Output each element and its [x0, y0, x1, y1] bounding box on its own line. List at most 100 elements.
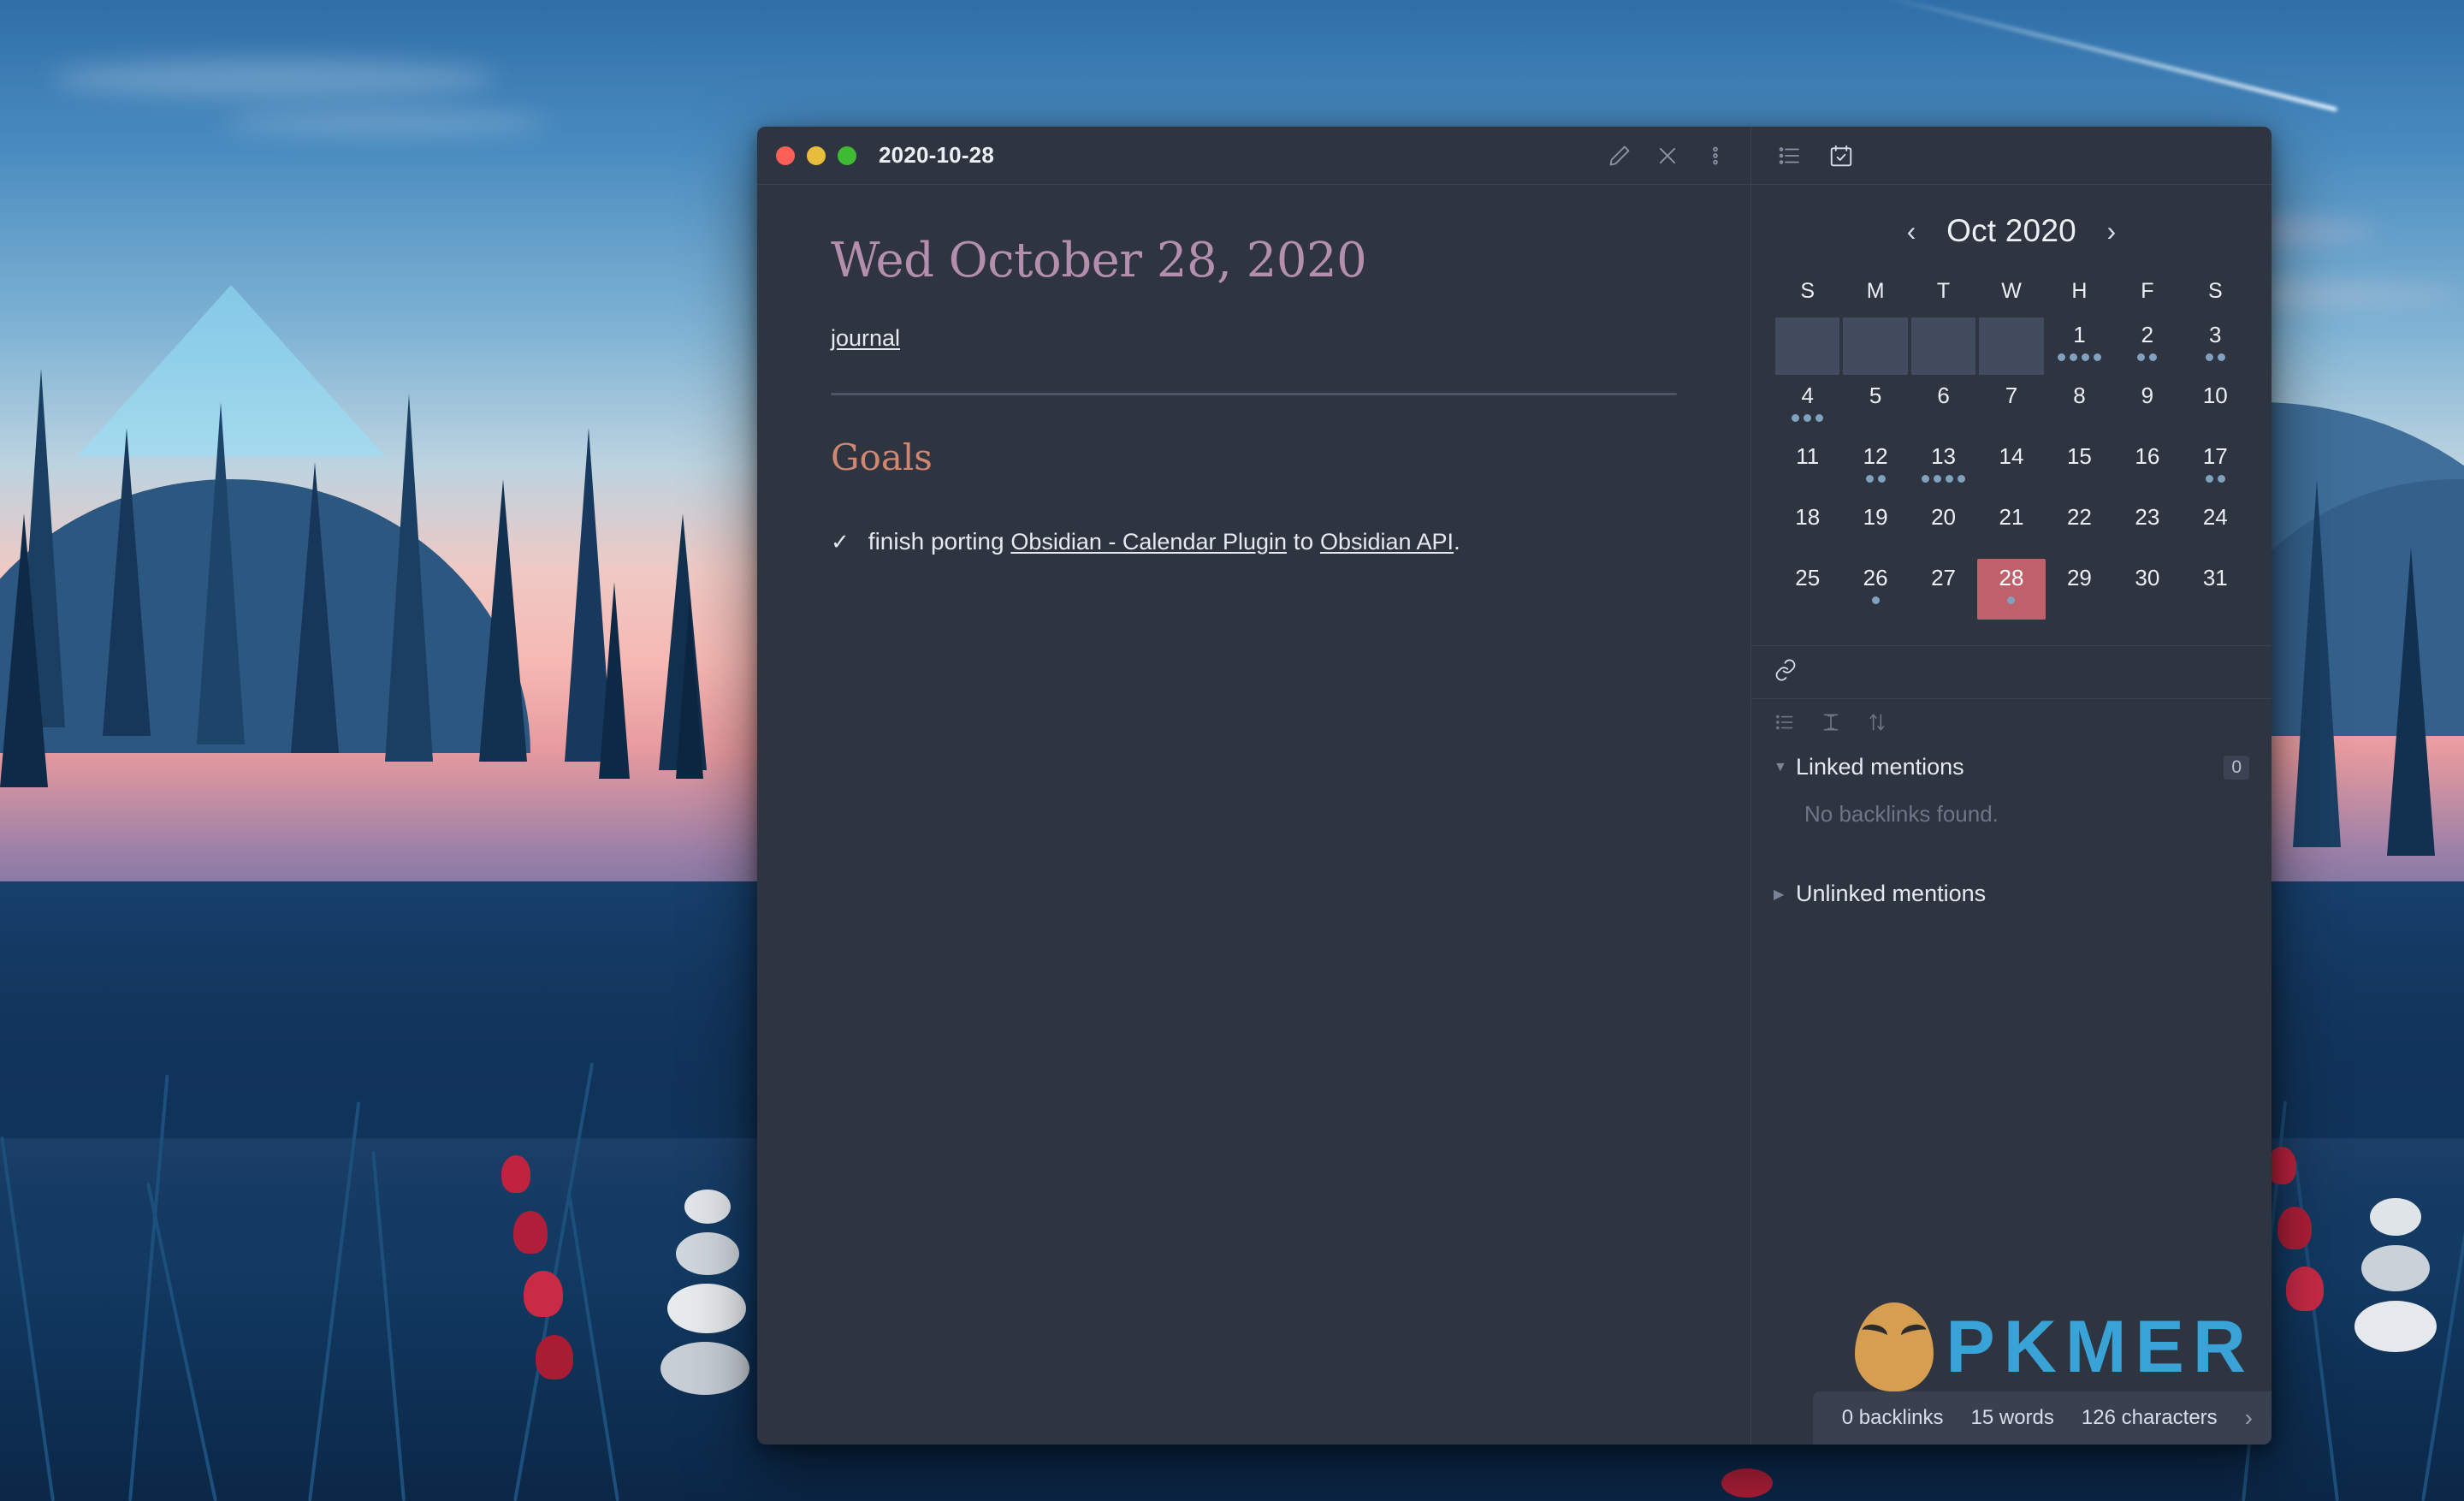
calendar-weekday-row: SMTWHFS — [1774, 279, 2249, 304]
calendar-day-number: 21 — [1999, 504, 2024, 530]
linked-mentions-section[interactable]: ▼ Linked mentions 0 — [1774, 749, 2249, 786]
task-text-suffix: . — [1454, 527, 1460, 555]
maximize-window-button[interactable] — [838, 145, 856, 165]
calendar-icon[interactable] — [1821, 136, 1861, 175]
calendar-day-29[interactable]: 29 — [2046, 559, 2113, 620]
calendar-day-24[interactable]: 24 — [2182, 498, 2249, 559]
calendar-day-6[interactable]: 6 — [1910, 377, 1977, 437]
calendar-day-number: 25 — [1795, 565, 1821, 590]
calendar-day-18[interactable]: 18 — [1774, 498, 1841, 559]
outline-icon[interactable] — [1770, 136, 1810, 175]
calendar-note-dot — [2217, 474, 2225, 483]
calendar-day-number: 22 — [2066, 504, 2092, 530]
status-words[interactable]: 15 words — [1971, 1406, 2054, 1430]
collapse-results-icon[interactable] — [1774, 711, 1796, 738]
calendar-day-number: 15 — [2066, 443, 2092, 469]
calendar-day-number: 28 — [1999, 565, 2024, 590]
calendar-day-number: 10 — [2202, 383, 2228, 408]
calendar-day-9[interactable]: 9 — [2113, 377, 2181, 437]
calendar-day-25[interactable]: 25 — [1774, 559, 1841, 620]
show-more-context-icon[interactable] — [1820, 711, 1842, 738]
calendar-day-number: 5 — [1869, 383, 1882, 408]
calendar-day-4[interactable]: 4 — [1774, 377, 1841, 437]
calendar-day-12[interactable]: 12 — [1841, 437, 1909, 498]
calendar-note-dot — [2217, 353, 2225, 361]
pine-tree — [197, 402, 245, 745]
wikilink-calendar-plugin[interactable]: Obsidian - Calendar Plugin — [1010, 529, 1287, 555]
window-titlebar: 2020-10-28 — [757, 127, 2272, 185]
calendar-day-1[interactable]: 1 — [2046, 316, 2113, 377]
calendar-day-16[interactable]: 16 — [2113, 437, 2181, 498]
calendar-day-19[interactable]: 19 — [1841, 498, 1909, 559]
calendar-empty-cell — [1843, 317, 1908, 375]
minimize-window-button[interactable] — [807, 145, 826, 165]
calendar-day-26[interactable]: 26 — [1841, 559, 1909, 620]
calendar-day-31[interactable]: 31 — [2182, 559, 2249, 620]
traffic-light-buttons[interactable] — [776, 145, 856, 165]
comet — [1871, 0, 2338, 112]
calendar-prev-month-button[interactable]: ‹ — [1898, 217, 1924, 245]
chevron-right-icon[interactable]: ▶ — [1774, 886, 1786, 903]
calendar-day-30[interactable]: 30 — [2113, 559, 2181, 620]
backlinks-body: ▼ Linked mentions 0 No backlinks found. … — [1751, 749, 2272, 1445]
edit-pencil-icon[interactable] — [1600, 136, 1639, 175]
calendar-day-7[interactable]: 7 — [1977, 377, 2045, 437]
calendar-day-number: 7 — [2005, 383, 2018, 408]
red-flower — [2286, 1267, 2324, 1311]
change-sort-order-icon[interactable] — [1866, 711, 1888, 738]
status-bar-expand-chevron-icon[interactable]: › — [2245, 1404, 2253, 1432]
task-item[interactable]: ✓ finish porting Obsidian - Calendar Plu… — [831, 525, 1677, 559]
wikilink-obsidian-api[interactable]: Obsidian API — [1320, 529, 1454, 555]
close-icon[interactable] — [1648, 136, 1687, 175]
status-backlinks[interactable]: 0 backlinks — [1842, 1406, 1944, 1430]
linked-mentions-label: Linked mentions — [1796, 754, 1964, 780]
calendar-day-14[interactable]: 14 — [1977, 437, 2045, 498]
note-title-heading: Wed October 28, 2020 — [831, 233, 1367, 288]
stone — [2361, 1245, 2430, 1291]
calendar-day-3[interactable]: 3 — [2182, 316, 2249, 377]
pine-tree — [385, 394, 433, 762]
unlinked-mentions-section[interactable]: ▶ Unlinked mentions — [1774, 875, 2249, 912]
calendar-day-22[interactable]: 22 — [2046, 498, 2113, 559]
chevron-down-icon[interactable]: ▼ — [1774, 760, 1787, 775]
calendar-day-2[interactable]: 2 — [2113, 316, 2181, 377]
right-sidebar: ‹ Oct 2020 › SMTWHFS 1 2 3 4 5 6 7 8 9 10 11 12 13 14… — [1751, 185, 2272, 1445]
calendar-day-number: 29 — [2066, 565, 2092, 590]
calendar-day-28[interactable]: 28 — [1977, 559, 2046, 620]
calendar-day-number: 3 — [2209, 322, 2222, 347]
task-checkbox-checked[interactable]: ✓ — [831, 526, 850, 557]
note-editor-pane[interactable]: Wed October 28, 2020 journal Goals ✓ fin… — [757, 185, 1751, 1445]
close-window-button[interactable] — [776, 145, 795, 165]
calendar-day-17[interactable]: 17 — [2182, 437, 2249, 498]
calendar-day-23[interactable]: 23 — [2113, 498, 2181, 559]
calendar-month-title[interactable]: Oct 2020 — [1946, 213, 2076, 249]
calendar-note-dot — [1946, 474, 1954, 483]
calendar-day-dots — [2007, 596, 2016, 604]
pine-tree — [676, 599, 703, 779]
stone — [2370, 1198, 2421, 1236]
status-characters[interactable]: 126 characters — [2082, 1406, 2218, 1430]
stone — [660, 1342, 749, 1395]
backlinks-toolbar — [1751, 699, 2272, 749]
calendar-day-number: 2 — [2141, 322, 2154, 347]
link-icon[interactable] — [1774, 658, 1798, 686]
calendar-day-20[interactable]: 20 — [1910, 498, 1977, 559]
calendar-day-21[interactable]: 21 — [1977, 498, 2045, 559]
backlinks-pane-header — [1751, 646, 2272, 699]
calendar-day-dots — [2057, 353, 2101, 361]
tag-link-journal[interactable]: journal — [831, 325, 900, 351]
calendar-day-11[interactable]: 11 — [1774, 437, 1841, 498]
calendar-day-15[interactable]: 15 — [2046, 437, 2113, 498]
calendar-day-5[interactable]: 5 — [1841, 377, 1909, 437]
more-options-icon[interactable] — [1696, 136, 1735, 175]
calendar-day-dots — [2205, 353, 2225, 361]
stone — [667, 1284, 746, 1333]
calendar-day-10[interactable]: 10 — [2182, 377, 2249, 437]
calendar-day-8[interactable]: 8 — [2046, 377, 2113, 437]
calendar-next-month-button[interactable]: › — [2099, 217, 2124, 245]
calendar-day-27[interactable]: 27 — [1910, 559, 1977, 620]
calendar-day-number: 19 — [1863, 504, 1888, 530]
calendar-note-dot — [2057, 353, 2065, 361]
calendar-day-13[interactable]: 13 — [1910, 437, 1977, 498]
calendar-day-number: 26 — [1863, 565, 1888, 590]
